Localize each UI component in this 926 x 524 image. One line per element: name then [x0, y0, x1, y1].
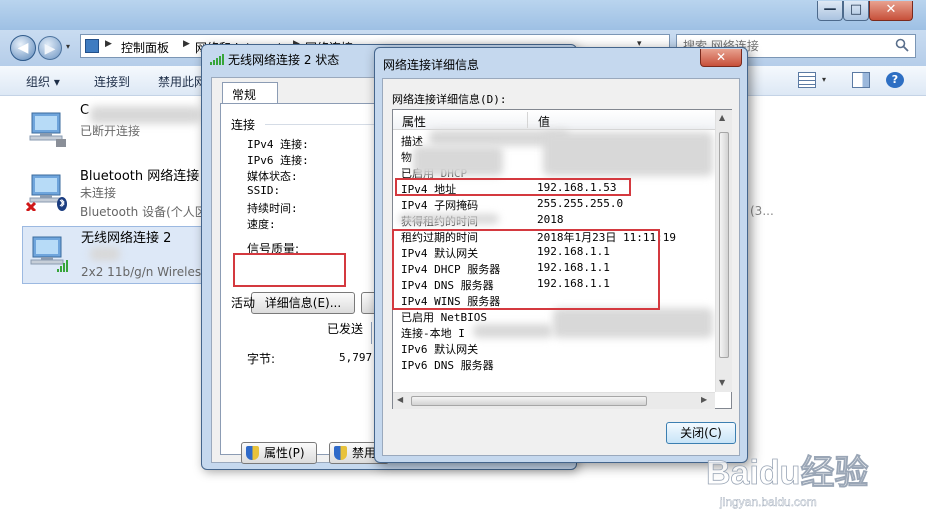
shield-icon — [246, 446, 259, 460]
connect-to-button[interactable]: 连接到 — [94, 73, 130, 90]
connection-name: Bluetooth 网络连接 — [80, 169, 200, 184]
watermark-url: jingyan.baidu.com — [719, 495, 817, 509]
property-cell: 连接-本地 I — [401, 327, 465, 340]
media-state-label: 媒体状态: — [247, 170, 298, 183]
dialog-title: 网络连接详细信息 — [383, 58, 480, 72]
bluetooth-network-icon — [26, 174, 67, 211]
shield-icon — [334, 446, 347, 460]
details-button[interactable]: 详细信息(E)... — [251, 292, 355, 314]
scroll-up-icon[interactable]: ▲ — [719, 113, 725, 122]
ipv4-connectivity-label: IPv4 连接: — [247, 138, 309, 151]
connection-group-label: 连接 — [231, 118, 256, 132]
value-cell: 2018 — [537, 213, 564, 226]
help-icon[interactable]: ? — [886, 72, 904, 88]
details-button-highlight — [233, 253, 346, 287]
column-separator[interactable] — [527, 112, 528, 128]
back-arrow-icon: ◀ — [17, 40, 29, 56]
connection-device: 2x2 11b/g/n Wireless — [81, 265, 208, 279]
wired-network-icon — [29, 112, 66, 147]
forward-arrow-icon: ▶ — [44, 41, 56, 57]
breadcrumb-control-panel[interactable]: 控制面板 — [121, 39, 169, 56]
property-cell: 物 — [401, 151, 412, 164]
close-window-button[interactable]: ✕ — [869, 1, 913, 21]
vertical-scrollbar[interactable]: ▲ ▼ — [715, 110, 732, 392]
sent-label: 已发送 — [327, 322, 364, 336]
ipv6-connectivity-label: IPv6 连接: — [247, 154, 309, 167]
title-bar[interactable] — [0, 0, 926, 30]
connection-name: C — [80, 103, 90, 118]
horizontal-scroll-thumb[interactable] — [411, 396, 647, 406]
organize-menu[interactable]: 组织 ▾ — [26, 73, 60, 90]
back-button[interactable]: ◀ — [10, 35, 36, 61]
watermark-brand: Baidu经验 — [706, 453, 868, 492]
details-list-label: 网络连接详细信息(D): — [392, 93, 507, 106]
scroll-right-icon[interactable]: ▶ — [701, 395, 707, 404]
connection-name: 无线网络连接 2 — [81, 231, 172, 246]
redacted-area — [553, 308, 713, 338]
property-cell: IPv6 DNS 服务器 — [401, 359, 494, 372]
bytes-label: 字节: — [247, 352, 276, 366]
property-cell: IPv6 默认网关 — [401, 343, 479, 356]
properties-button[interactable]: 属性(P) — [241, 442, 317, 464]
connection-device: Bluetooth 设备(个人区 — [80, 205, 207, 219]
redacted-area — [473, 324, 553, 338]
close-icon: ✕ — [885, 2, 897, 17]
column-header-property[interactable]: 属性 — [402, 113, 426, 130]
signal-bars-icon — [210, 54, 224, 65]
control-panel-icon — [85, 39, 99, 53]
property-cell: IPv4 子网掩码 — [401, 199, 479, 212]
speed-label: 速度: — [247, 218, 276, 231]
property-cell: 已启用 NetBIOS — [401, 311, 487, 324]
breadcrumb-arrow-icon[interactable]: ▶ — [183, 39, 190, 49]
table-row[interactable]: IPv4 子网掩码 255.255.255.0 — [393, 196, 715, 212]
baidu-jingyan-watermark: Baidu经验 jingyan.baidu.com — [706, 453, 869, 510]
redacted-area — [90, 247, 120, 261]
disable-button-label: 禁用 — [352, 446, 377, 460]
disable-device-button[interactable]: 禁用此网 — [158, 73, 206, 90]
maximize-icon: □ — [849, 2, 863, 17]
minimize-icon: — — [823, 2, 837, 17]
maximize-button[interactable]: □ — [843, 1, 869, 21]
scroll-left-icon[interactable]: ◀ — [397, 395, 403, 404]
activity-group-label: 活动 — [231, 296, 256, 310]
gateway-dns-highlight — [392, 229, 660, 310]
table-row[interactable]: IPv6 默认网关 — [393, 340, 715, 356]
minimize-button[interactable]: — — [817, 1, 843, 21]
column-header-value[interactable]: 值 — [538, 113, 550, 130]
redacted-area — [413, 146, 503, 176]
view-dropdown-icon[interactable]: ▾ — [822, 75, 832, 91]
connection-status: 已断开连接 — [80, 124, 141, 138]
table-row[interactable]: IPv6 DNS 服务器 — [393, 356, 715, 372]
redacted-area — [90, 106, 200, 124]
properties-button-label: 属性(P) — [264, 446, 305, 460]
list-header: 属性 值 — [393, 110, 715, 130]
change-view-icon[interactable] — [798, 72, 816, 88]
vertical-scroll-thumb[interactable] — [719, 132, 729, 358]
duration-label: 持续时间: — [247, 202, 298, 215]
redacted-area — [399, 214, 499, 224]
wireless-network-icon — [30, 236, 68, 272]
connection-status: 未连接 — [80, 186, 117, 200]
breadcrumb-arrow-icon[interactable]: ▶ — [105, 39, 112, 49]
connection-device-truncated: (3... — [750, 204, 774, 218]
tab-general[interactable]: 常规 — [222, 82, 278, 104]
scroll-down-icon[interactable]: ▼ — [719, 378, 725, 387]
ipv4-address-highlight — [395, 178, 631, 196]
horizontal-scrollbar[interactable]: ◀ ▶ — [393, 392, 715, 409]
bytes-sent-value: 5,797, — [339, 351, 379, 364]
forward-button[interactable]: ▶ — [38, 36, 62, 60]
redacted-area — [543, 132, 713, 176]
search-icon[interactable] — [895, 38, 909, 52]
close-dialog-x-button[interactable]: ✕ — [700, 49, 742, 67]
dialog-title: 无线网络连接 2 状态 — [228, 53, 340, 67]
preview-pane-icon[interactable] — [852, 72, 870, 88]
recent-pages-dropdown[interactable]: ▾ — [66, 42, 70, 51]
ssid-label: SSID: — [247, 184, 281, 197]
activity-divider — [371, 322, 372, 344]
value-cell: 255.255.255.0 — [537, 197, 624, 210]
